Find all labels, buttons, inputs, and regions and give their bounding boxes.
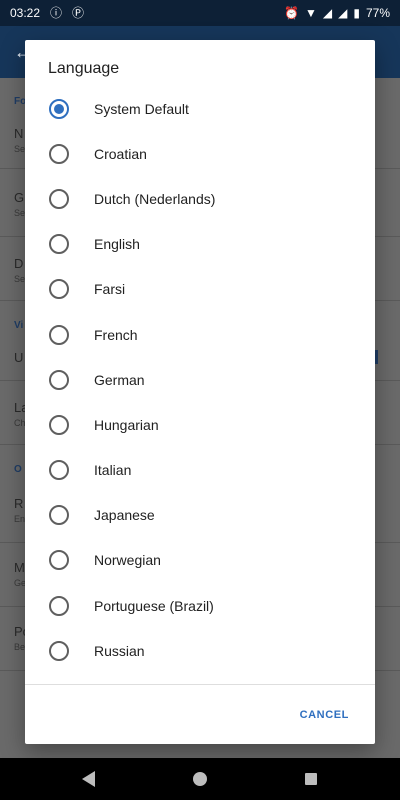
settings-row: N Se: [14, 126, 26, 154]
language-option-label: German: [94, 371, 145, 388]
navigation-bar: [0, 758, 400, 800]
alert-circle-icon: ⓘ: [50, 6, 63, 20]
settings-row: U: [14, 350, 24, 365]
status-bar: 03:22 ⓘ Ⓟ ⏰ ▼ ◢ ◢ ▮ 77%: [0, 0, 400, 26]
language-option-label: Farsi: [94, 281, 126, 298]
radio-button[interactable]: [49, 460, 69, 481]
dialog-title: Language: [48, 60, 120, 77]
signal-icon: ◢: [322, 6, 333, 20]
language-option[interactable]: System Default: [25, 86, 375, 131]
radio-button[interactable]: [49, 595, 69, 616]
language-option-label: Portuguese (Brazil): [94, 597, 214, 614]
language-option-label: Croatian: [94, 145, 147, 162]
language-option[interactable]: Russian: [25, 628, 375, 673]
language-option[interactable]: Croatian: [25, 131, 375, 176]
p-icon: Ⓟ: [72, 6, 85, 20]
language-option[interactable]: Hungarian: [25, 402, 375, 447]
language-option-label: Japanese: [94, 507, 155, 524]
language-option[interactable]: Norwegian: [25, 538, 375, 583]
language-option[interactable]: Dutch (Nederlands): [25, 176, 375, 221]
radio-button[interactable]: [49, 143, 69, 164]
language-dialog: Language System Default Croatian Dutch (Ne…: [25, 40, 375, 744]
nav-back-icon[interactable]: [82, 771, 95, 787]
wifi-icon: ▼: [305, 6, 317, 20]
language-option-label: Russian: [94, 642, 145, 659]
nav-home-icon[interactable]: [193, 772, 207, 786]
language-option[interactable]: Japanese: [25, 493, 375, 538]
language-option-label: Italian: [94, 462, 132, 479]
language-option[interactable]: German: [25, 357, 375, 402]
radio-button[interactable]: [49, 550, 69, 571]
settings-row: G Se: [14, 190, 26, 218]
language-option[interactable]: Italian: [25, 448, 375, 493]
language-option[interactable]: Farsi: [25, 267, 375, 312]
radio-button[interactable]: [49, 188, 69, 209]
language-option[interactable]: English: [25, 222, 375, 267]
settings-row: R En: [14, 496, 26, 524]
signal-icon-2: ◢: [338, 6, 348, 20]
language-options-list: System Default Croatian Dutch (Nederlands)…: [25, 86, 375, 673]
alarm-icon: ⏰: [284, 6, 299, 20]
radio-button[interactable]: [49, 324, 69, 345]
radio-button[interactable]: [49, 505, 69, 526]
language-option-label: Hungarian: [94, 416, 159, 433]
dialog-divider: [25, 684, 375, 685]
battery-icon: ▮: [353, 6, 360, 20]
status-time: 03:22: [10, 6, 41, 20]
radio-button[interactable]: [49, 234, 69, 255]
radio-button[interactable]: [49, 640, 69, 661]
section-header: Vi: [14, 320, 24, 331]
radio-button-checked[interactable]: [49, 98, 69, 119]
battery-percent: 77%: [365, 6, 390, 20]
language-option-label: System Default: [94, 100, 189, 117]
language-option[interactable]: Portuguese (Brazil): [25, 583, 375, 628]
settings-row: D Se: [14, 256, 26, 284]
nav-recents-icon[interactable]: [305, 773, 317, 785]
language-option-label: French: [94, 326, 138, 343]
cancel-button[interactable]: CANCEL: [296, 707, 353, 723]
radio-button[interactable]: [49, 369, 69, 390]
language-option-label: Norwegian: [94, 552, 161, 569]
radio-button[interactable]: [49, 279, 69, 300]
language-option-label: Dutch (Nederlands): [94, 190, 216, 207]
language-option-label: English: [94, 236, 140, 253]
language-option[interactable]: French: [25, 312, 375, 357]
section-header: O: [14, 464, 22, 475]
radio-button[interactable]: [49, 414, 69, 435]
